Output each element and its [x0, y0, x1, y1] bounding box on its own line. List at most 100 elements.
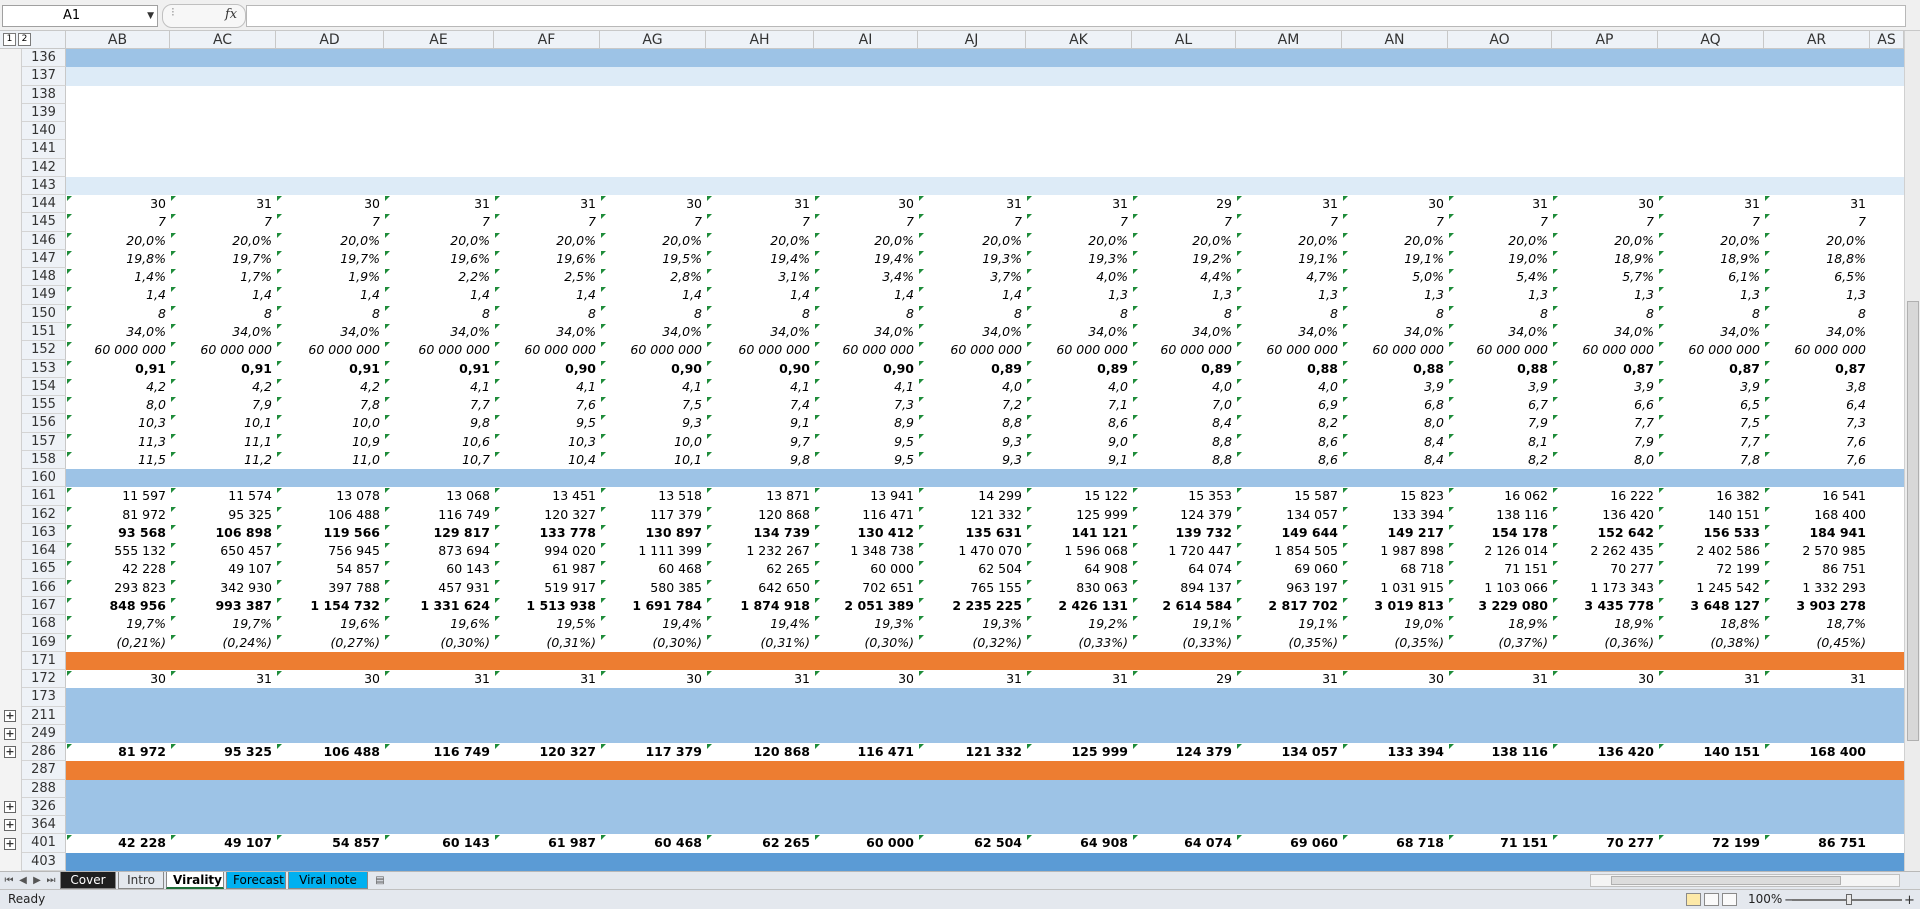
- table-cell[interactable]: 60 000 000: [1658, 341, 1764, 359]
- table-cell[interactable]: 7: [1552, 213, 1658, 231]
- sheet-tab-forecast[interactable]: Forecast: [226, 872, 286, 889]
- column-header[interactable]: AI: [814, 31, 918, 49]
- table-cell[interactable]: 3,9: [1342, 378, 1448, 396]
- column-header[interactable]: AL: [1132, 31, 1236, 49]
- table-cell[interactable]: 848 956: [66, 597, 170, 615]
- last-sheet-icon[interactable]: ⏭: [44, 873, 58, 888]
- table-cell[interactable]: 0,89: [1026, 360, 1132, 378]
- table-cell[interactable]: 117 379: [600, 743, 706, 761]
- table-cell[interactable]: 8,8: [1132, 433, 1236, 451]
- table-cell[interactable]: 4,2: [66, 378, 170, 396]
- expand-group-icon[interactable]: +: [4, 746, 16, 759]
- table-cell[interactable]: 2 570 985: [1764, 542, 1870, 560]
- horizontal-scroll-thumb[interactable]: [1611, 876, 1841, 885]
- table-cell[interactable]: 8: [1552, 305, 1658, 323]
- table-cell[interactable]: 60 000 000: [494, 341, 600, 359]
- table-cell[interactable]: 30: [1342, 195, 1448, 213]
- table-cell[interactable]: 8: [1236, 305, 1342, 323]
- table-cell[interactable]: 8,6: [1026, 414, 1132, 432]
- table-cell[interactable]: 8,2: [1236, 414, 1342, 432]
- table-cell[interactable]: 8,4: [1342, 433, 1448, 451]
- table-cell[interactable]: 133 394: [1342, 743, 1448, 761]
- table-cell[interactable]: (0,27%): [276, 634, 384, 652]
- row-header[interactable]: 149: [22, 286, 66, 305]
- table-cell[interactable]: 15 122: [1026, 487, 1132, 505]
- table-cell[interactable]: 5,4%: [1448, 268, 1552, 286]
- column-header[interactable]: AJ: [918, 31, 1026, 49]
- table-cell[interactable]: 293 823: [66, 579, 170, 597]
- column-header[interactable]: AS: [1870, 31, 1904, 49]
- expand-group-icon[interactable]: +: [4, 801, 16, 814]
- table-cell[interactable]: 4,1: [384, 378, 494, 396]
- prev-sheet-icon[interactable]: ◀: [16, 873, 30, 888]
- table-cell[interactable]: 4,0: [1026, 378, 1132, 396]
- table-cell[interactable]: 134 057: [1236, 506, 1342, 524]
- table-cell[interactable]: 6,7: [1448, 396, 1552, 414]
- row-header[interactable]: 141: [22, 140, 66, 159]
- column-header[interactable]: AR: [1764, 31, 1870, 49]
- table-cell[interactable]: 19,4%: [706, 250, 814, 268]
- table-cell[interactable]: 31: [1026, 670, 1132, 688]
- table-cell[interactable]: 64 908: [1026, 560, 1132, 578]
- table-cell[interactable]: 7: [1764, 213, 1870, 231]
- table-cell[interactable]: 116 471: [814, 743, 918, 761]
- table-cell[interactable]: 7,2: [918, 396, 1026, 414]
- table-cell[interactable]: 6,1%: [1658, 268, 1764, 286]
- table-cell[interactable]: 34,0%: [1026, 323, 1132, 341]
- row-header[interactable]: 157: [22, 432, 66, 451]
- table-cell[interactable]: 10,0: [276, 414, 384, 432]
- insert-sheet-icon[interactable]: ▤: [372, 873, 388, 888]
- table-cell[interactable]: 29: [1132, 670, 1236, 688]
- table-cell[interactable]: 1,4: [276, 286, 384, 304]
- table-cell[interactable]: 3 435 778: [1552, 597, 1658, 615]
- table-cell[interactable]: 20,0%: [706, 232, 814, 250]
- table-cell[interactable]: 49 107: [170, 560, 276, 578]
- table-cell[interactable]: 1,3: [1236, 286, 1342, 304]
- table-cell[interactable]: 16 062: [1448, 487, 1552, 505]
- table-cell[interactable]: 8: [384, 305, 494, 323]
- table-cell[interactable]: 130 897: [600, 524, 706, 542]
- table-cell[interactable]: 10,0: [600, 433, 706, 451]
- table-cell[interactable]: 106 488: [276, 506, 384, 524]
- table-cell[interactable]: 149 644: [1236, 524, 1342, 542]
- table-cell[interactable]: 31: [1236, 670, 1342, 688]
- table-cell[interactable]: 7,5: [1658, 414, 1764, 432]
- row-header[interactable]: 138: [22, 85, 66, 104]
- row-header[interactable]: 403: [22, 852, 66, 871]
- table-cell[interactable]: 8,6: [1236, 433, 1342, 451]
- table-cell[interactable]: 30: [276, 670, 384, 688]
- table-cell[interactable]: 1 987 898: [1342, 542, 1448, 560]
- table-cell[interactable]: 7: [1658, 213, 1764, 231]
- table-cell[interactable]: 18,9%: [1448, 615, 1552, 633]
- table-cell[interactable]: 8: [1448, 305, 1552, 323]
- table-cell[interactable]: 342 930: [170, 579, 276, 597]
- table-cell[interactable]: 60 000 000: [918, 341, 1026, 359]
- table-cell[interactable]: 60 000 000: [1448, 341, 1552, 359]
- row-header[interactable]: 154: [22, 377, 66, 397]
- next-sheet-icon[interactable]: ▶: [30, 873, 44, 888]
- table-cell[interactable]: 4,1: [494, 378, 600, 396]
- table-cell[interactable]: 13 068: [384, 487, 494, 505]
- table-cell[interactable]: 6,6: [1552, 396, 1658, 414]
- table-cell[interactable]: 13 451: [494, 487, 600, 505]
- column-header[interactable]: AF: [494, 31, 600, 49]
- table-cell[interactable]: 18,7%: [1764, 615, 1870, 633]
- table-cell[interactable]: 555 132: [66, 542, 170, 560]
- table-cell[interactable]: 34,0%: [918, 323, 1026, 341]
- table-cell[interactable]: 30: [814, 195, 918, 213]
- table-cell[interactable]: 1,3: [1764, 286, 1870, 304]
- table-cell[interactable]: 3 648 127: [1658, 597, 1764, 615]
- table-cell[interactable]: 6,9: [1236, 396, 1342, 414]
- table-cell[interactable]: 31: [384, 670, 494, 688]
- row-header[interactable]: 158: [22, 450, 66, 470]
- table-cell[interactable]: 7,9: [170, 396, 276, 414]
- column-header[interactable]: AG: [600, 31, 706, 49]
- table-cell[interactable]: 7: [170, 213, 276, 231]
- outline-level-1-button[interactable]: 1: [3, 33, 16, 46]
- table-cell[interactable]: 20,0%: [1342, 232, 1448, 250]
- table-cell[interactable]: 60 143: [384, 560, 494, 578]
- row-header[interactable]: 165: [22, 560, 66, 579]
- table-cell[interactable]: 830 063: [1026, 579, 1132, 597]
- table-cell[interactable]: 13 518: [600, 487, 706, 505]
- table-cell[interactable]: 2 614 584: [1132, 597, 1236, 615]
